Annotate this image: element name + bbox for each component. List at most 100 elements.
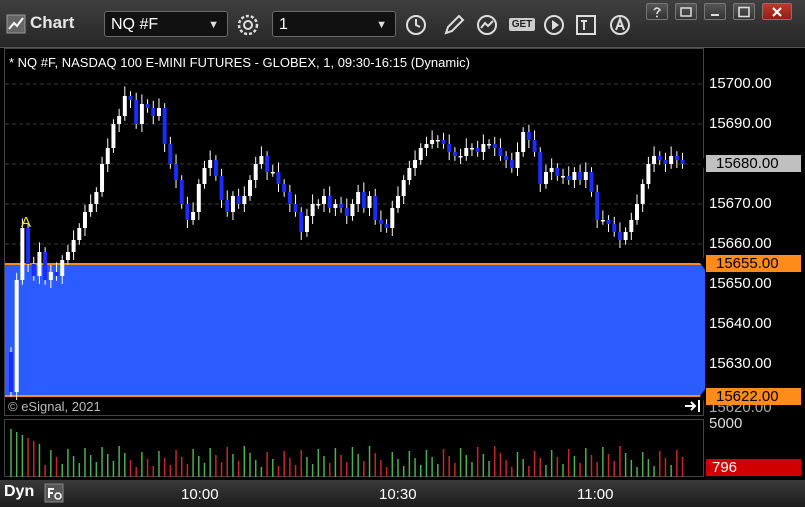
candle xyxy=(458,156,463,158)
maximize-button[interactable] xyxy=(733,3,755,20)
pencil-icon xyxy=(444,14,465,35)
candle xyxy=(71,240,76,252)
candle xyxy=(242,196,247,204)
candle xyxy=(230,196,235,212)
candle xyxy=(509,160,514,168)
restore-button[interactable] xyxy=(675,3,697,20)
candle xyxy=(48,272,53,280)
symbol-input[interactable]: NQ #F ▼ xyxy=(104,11,228,37)
candle xyxy=(418,148,423,160)
candle xyxy=(367,196,372,208)
minimize-icon xyxy=(711,13,719,16)
candle xyxy=(37,252,42,276)
studies-button[interactable] xyxy=(472,11,502,38)
copyright-text: © eSignal, 2021 xyxy=(8,399,101,414)
candle xyxy=(561,176,566,178)
time-tick: 11:00 xyxy=(577,486,614,503)
candle xyxy=(356,192,361,204)
candle xyxy=(669,156,674,164)
price-pane[interactable]: A xyxy=(4,48,705,416)
candle xyxy=(578,172,583,180)
candle xyxy=(333,204,338,208)
candle xyxy=(179,180,184,204)
text-tool-button[interactable] xyxy=(571,11,601,38)
candle xyxy=(498,148,503,156)
candle xyxy=(469,148,474,150)
candle xyxy=(663,160,668,164)
candle xyxy=(504,156,509,160)
y-tick: 15660.00 xyxy=(709,235,772,252)
volume-pane[interactable] xyxy=(4,419,704,477)
candle xyxy=(390,208,395,228)
signal-marker: A xyxy=(21,214,31,231)
candle xyxy=(674,156,679,160)
interval-input[interactable]: 1 ▼ xyxy=(272,11,396,37)
minimize-button[interactable] xyxy=(704,3,726,20)
candle xyxy=(208,160,213,168)
candle xyxy=(515,152,520,168)
candle xyxy=(538,152,543,184)
highlight-zone xyxy=(5,264,705,396)
draw-button[interactable] xyxy=(439,11,469,38)
candle xyxy=(521,132,526,152)
candle xyxy=(435,140,440,142)
get-label: GET xyxy=(508,18,536,31)
last-volume-tag: 796 xyxy=(706,459,801,476)
close-button[interactable] xyxy=(762,3,792,20)
candle xyxy=(259,156,264,164)
candle xyxy=(378,220,383,224)
settings-button[interactable] xyxy=(233,11,263,38)
candle xyxy=(475,148,480,152)
candle xyxy=(532,140,537,152)
candle xyxy=(413,160,418,168)
lock-scale-icon[interactable] xyxy=(44,483,64,503)
candle xyxy=(14,280,19,392)
candle xyxy=(225,200,230,212)
candle xyxy=(26,228,31,264)
time-button[interactable] xyxy=(401,11,431,38)
candle xyxy=(162,108,167,144)
candle xyxy=(623,232,628,240)
candle xyxy=(589,172,594,192)
candle xyxy=(213,160,218,176)
candle xyxy=(304,216,309,232)
volume-chart xyxy=(10,429,684,477)
candle xyxy=(606,220,611,224)
candle xyxy=(487,144,492,146)
candle xyxy=(43,252,48,280)
candle xyxy=(253,164,258,180)
question-icon xyxy=(653,6,662,17)
chevron-down-icon[interactable]: ▼ xyxy=(376,12,387,38)
candle xyxy=(94,192,99,204)
candle xyxy=(395,196,400,208)
candle xyxy=(617,232,622,240)
time-tick: 10:30 xyxy=(379,486,417,503)
candle xyxy=(151,108,156,116)
get-button[interactable]: GET xyxy=(506,11,538,38)
candle xyxy=(202,168,207,184)
candle xyxy=(384,224,389,228)
volume-tick: 5000 xyxy=(709,415,743,432)
candle xyxy=(646,164,651,184)
replay-button[interactable] xyxy=(539,11,569,38)
candle xyxy=(122,96,127,116)
candle xyxy=(652,156,657,164)
candle xyxy=(60,260,65,276)
candle xyxy=(88,204,93,212)
text-tool-icon xyxy=(576,14,596,35)
candle xyxy=(492,144,497,148)
dynamic-mode-label[interactable]: Dyn xyxy=(4,483,34,501)
chevron-down-icon[interactable]: ▼ xyxy=(208,12,219,38)
alert-button[interactable] xyxy=(605,11,635,38)
last-price-tag: 15680.00 xyxy=(700,155,801,172)
help-button[interactable] xyxy=(646,3,668,20)
candle xyxy=(555,168,560,176)
gear-icon xyxy=(237,14,259,35)
candle xyxy=(54,272,59,276)
candle xyxy=(100,164,105,192)
candle xyxy=(20,228,25,280)
candle xyxy=(156,108,161,116)
candle xyxy=(117,116,122,124)
candle xyxy=(583,172,588,180)
candle xyxy=(600,220,605,222)
